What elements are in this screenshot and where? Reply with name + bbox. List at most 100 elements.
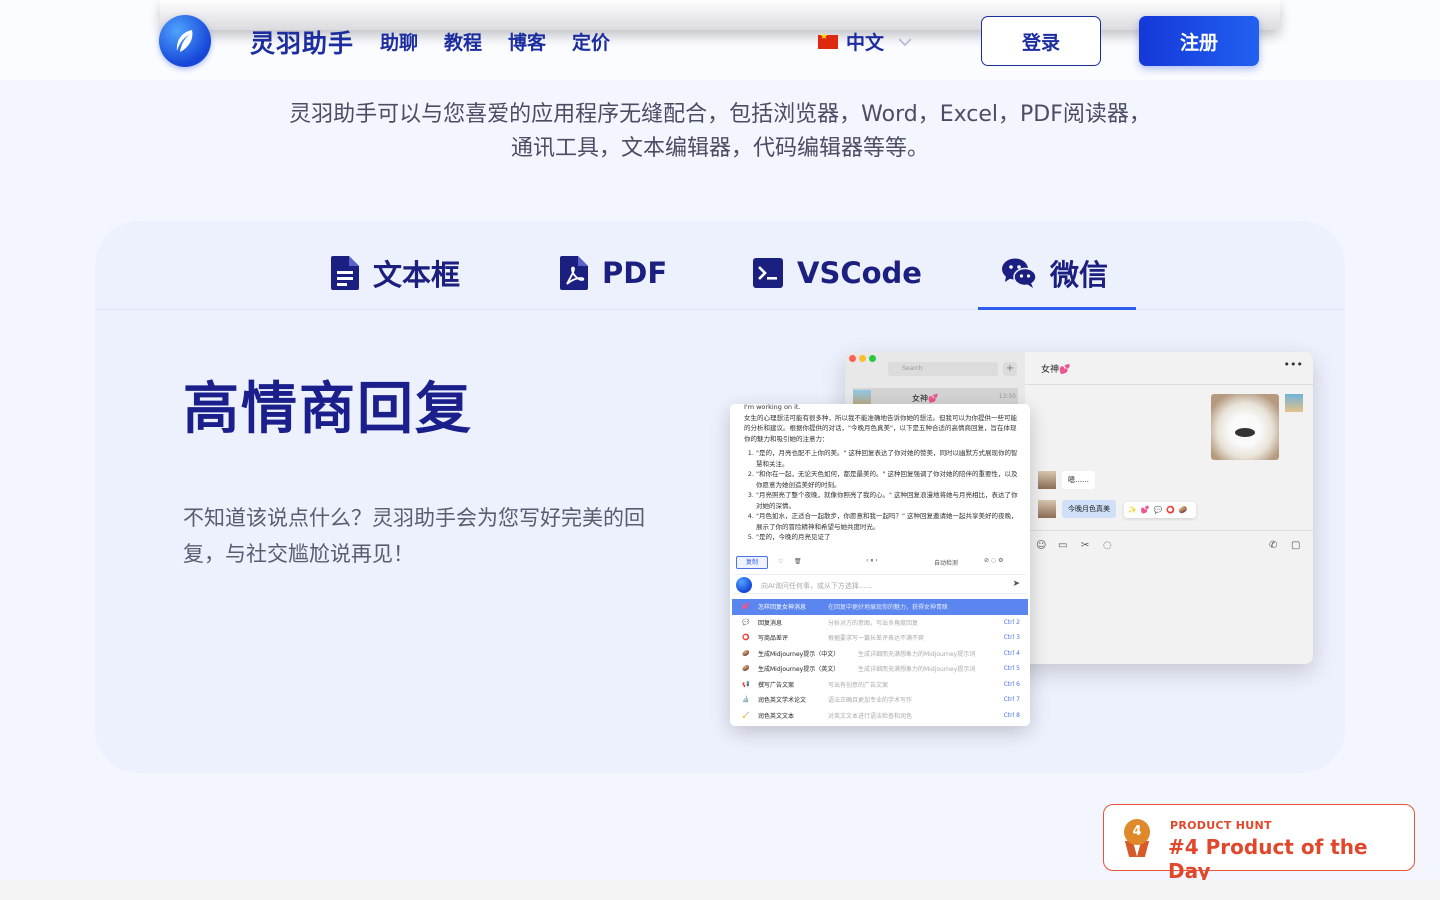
ai-prompt-menu: 💕 怎样回复女神消息 在回复中更好地展现你的魅力，获得女神青睐 💬 回复消息 分…: [732, 599, 1028, 723]
chat-message: 嗯……: [1062, 471, 1095, 489]
menu-item-icon: 💕: [742, 603, 750, 611]
medal-number: 4: [1124, 819, 1150, 845]
menu-item-name: 写商品差评: [758, 635, 789, 643]
maximize-dot-icon: [869, 355, 876, 362]
ai-reply-list: "是的，月亮也配不上你的美。" 这种回复表达了你对她的赞美，同时以幽默方式展现你…: [744, 448, 1020, 543]
menu-item-name: 生成Midjourney提示（英文）: [758, 666, 840, 674]
tab-pdf[interactable]: PDF: [560, 250, 667, 296]
menu-item-desc: 在回复中更好地展现你的魅力，获得女神青睐: [828, 604, 949, 612]
ai-menu-item: 🥔 生成Midjourney提示（英文） 生成详细而充满想象力的Midjourn…: [732, 661, 1028, 677]
menu-item-icon: 🥔: [742, 649, 750, 657]
ai-reply-item: "月亮照亮了整个夜晚，就像你照亮了我的心。" 这种回复浪漫地将她与月亮相比，表达…: [756, 490, 1020, 511]
quick-action-icon: 🥔: [1178, 506, 1188, 514]
sender-avatar: [1038, 500, 1056, 518]
pager-icon: ‹ ⏸ ›: [866, 557, 878, 564]
intro-text: 灵羽助手可以与您喜爱的应用程序无缝配合，包括浏览器，Word，Excel，PDF…: [289, 102, 1151, 161]
main-nav: 助聊 教程 博客 定价: [380, 28, 610, 55]
nav-tutorial[interactable]: 教程: [444, 28, 482, 55]
menu-item-desc: 根据要求写一篇长差评表达不满不爽: [828, 635, 925, 643]
contact-time: 13:50: [998, 393, 1016, 400]
brand-name[interactable]: 灵羽助手: [250, 24, 354, 60]
tab-textbox[interactable]: 文本框: [331, 250, 460, 296]
footer-strip: [0, 880, 1440, 900]
send-icon: ➤: [1012, 579, 1020, 589]
nav-blog[interactable]: 博客: [508, 28, 546, 55]
ai-status-line: I'm working on it.: [744, 404, 801, 411]
product-hunt-badge[interactable]: 4 PRODUCT HUNT #4 Product of the Day: [1103, 804, 1415, 883]
menu-item-shortcut: Ctrl 4: [1003, 649, 1020, 657]
language-label: 中文: [846, 32, 885, 54]
language-selector[interactable]: 中文: [818, 28, 912, 55]
chat-bubble-icon: ◌: [1103, 540, 1112, 551]
menu-item-name: 润色英文文本: [758, 712, 795, 720]
menu-item-name: 撰写广告文案: [758, 681, 795, 689]
ai-quick-actions-bar: ✨ 💕 💬 ⭕ 🥔: [1124, 502, 1196, 518]
menu-item-name: 回复消息: [758, 619, 783, 627]
ai-reply-item: "和你在一起，无论天色如何，都是最美的。" 这种回复强调了你对她的陪伴的重要性，…: [756, 469, 1020, 490]
menu-item-icon: 🔬: [742, 696, 750, 704]
document-icon: [331, 256, 359, 290]
trash-icon: 🗑: [794, 558, 802, 565]
logo-feather-icon: [736, 577, 752, 593]
ai-menu-item: 🧹 润色英文文本 对英文文本进行语法检查和润色 Ctrl 8: [732, 708, 1028, 724]
menu-item-desc: 分析对方的意图，写出多角度回复: [828, 619, 919, 627]
auto-detect-label: 自动检测: [934, 560, 959, 567]
medal-icon: 4: [1122, 819, 1152, 857]
menu-item-icon: 🥔: [742, 665, 750, 673]
ai-reply-item: "月色如水，正适合一起散步，你愿意和我一起吗？" 这种回复邀请她一起共享美好的夜…: [756, 511, 1020, 532]
menu-item-shortcut: Ctrl 3: [1003, 634, 1020, 642]
ai-reply-item: "是的，月亮也配不上你的美。" 这种回复表达了你对她的赞美，同时以幽默方式展现你…: [756, 448, 1020, 469]
plus-icon: +: [1003, 362, 1017, 376]
settings-icons: ⊘ ◌ ⚙: [984, 557, 1004, 564]
wechat-search-field: Search: [888, 362, 998, 376]
tab-vscode[interactable]: VSCode: [753, 250, 922, 296]
tab-label: 微信: [1050, 258, 1109, 292]
menu-item-icon: ⭕: [742, 634, 750, 642]
tab-wechat[interactable]: 微信: [1002, 250, 1108, 296]
product-hunt-label: PRODUCT HUNT: [1170, 819, 1272, 832]
wechat-icon: [1002, 258, 1036, 288]
phone-icon: ✆: [1269, 540, 1278, 551]
menu-item-desc: 语法正确且更加专业的学术写作: [828, 697, 913, 705]
login-button[interactable]: 登录: [981, 16, 1101, 66]
chat-message-selected: 今晚月色真美: [1062, 500, 1116, 518]
feature-description: 不知道该说点什么？灵羽助手会为您写好完美的回复，与社交尴尬说再见！: [183, 506, 645, 566]
menu-item-shortcut: Ctrl 6: [1003, 680, 1020, 688]
feature-title: 高情商回复: [183, 377, 473, 442]
nav-chat[interactable]: 助聊: [380, 28, 418, 55]
tab-label: 文本框: [373, 258, 461, 292]
menu-item-name: 怎样回复女神消息: [758, 604, 807, 612]
signup-button[interactable]: 注册: [1139, 16, 1259, 66]
tab-label: PDF: [602, 256, 668, 290]
menu-item-desc: 对英文文本进行语法检查和润色: [828, 712, 913, 720]
ai-reply-item: "是的，今晚的月亮见证了: [756, 532, 1020, 543]
quick-action-icon: 💕: [1140, 506, 1150, 514]
ai-menu-item: 💬 回复消息 分析对方的意图，写出多角度回复 Ctrl 2: [732, 615, 1028, 631]
ai-input-placeholder: 向AI询问任何事，或从下方选择……: [761, 582, 873, 590]
tab-label: VSCode: [797, 256, 922, 290]
terminal-icon: [753, 258, 783, 288]
menu-item-shortcut: Ctrl 5: [1003, 665, 1020, 673]
quick-action-icon: ⭕: [1166, 506, 1175, 514]
video-icon: ▢: [1291, 540, 1301, 551]
chat-header-divider: [1025, 384, 1313, 385]
close-dot-icon: [849, 355, 856, 362]
ai-menu-item: ⭕ 写商品差评 根据要求写一篇长差评表达不满不爽 Ctrl 3: [732, 630, 1028, 646]
pdf-icon: [560, 256, 588, 290]
product-hunt-rank: #4 Product of the Day: [1168, 835, 1368, 883]
site-header: 灵羽助手 助聊 教程 博客 定价 中文 登录 注册: [0, 0, 1440, 80]
nav-pricing[interactable]: 定价: [572, 28, 610, 55]
menu-item-desc: 生成详细而充满想象力的Midjourney提示词: [858, 666, 976, 674]
dog-photo-message: [1211, 394, 1279, 460]
heart-icon: ♡: [778, 558, 784, 565]
menu-item-icon: 🧹: [742, 711, 750, 719]
ai-action-bar: 复制 ♡ 🗑 ‹ ⏸ › 自动检测 ⊘ ◌ ⚙: [736, 556, 1024, 570]
ai-assistant-panel-screenshot: I'm working on it. 女生的心理想法可能有很多种，所以我不能准确…: [730, 404, 1030, 726]
ai-menu-item: 🥔 生成Midjourney提示（中文） 生成详细而充满想象力的Midjourn…: [732, 646, 1028, 662]
folder-icon: ▭: [1058, 540, 1068, 551]
menu-item-icon: 💬: [742, 618, 750, 626]
ai-menu-item: 🔬 润色英文学术论文 语法正确且更加专业的学术写作 Ctrl 7: [732, 692, 1028, 708]
active-tab-indicator: [978, 307, 1136, 310]
chevron-down-icon: [898, 37, 912, 46]
logo-feather-icon[interactable]: [159, 15, 211, 67]
